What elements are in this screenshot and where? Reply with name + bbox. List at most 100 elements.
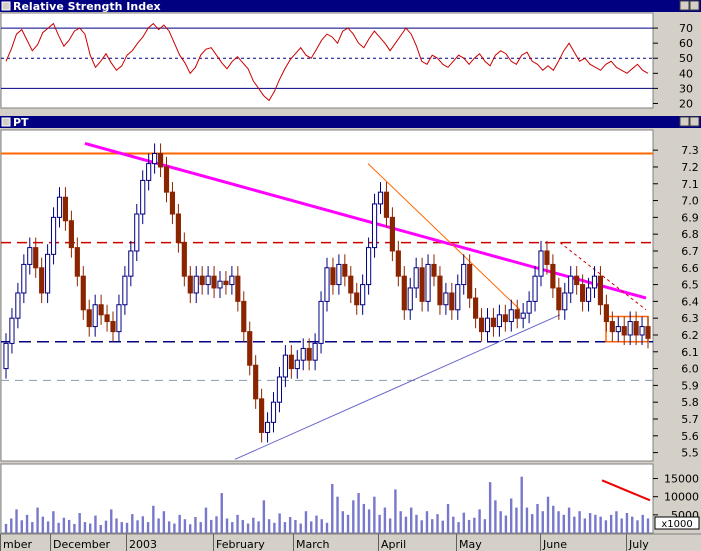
volume-bar [194, 517, 197, 533]
volume-bar [483, 519, 487, 533]
volume-bar [131, 514, 134, 533]
candle-body [484, 317, 491, 333]
candle-body [615, 326, 621, 333]
candle-body [253, 364, 259, 400]
candle-body [639, 326, 645, 336]
volume-bar [41, 516, 45, 533]
volume-bar [336, 496, 339, 533]
volume-bar [341, 511, 344, 533]
volume-bar [636, 520, 639, 533]
volume-bar [352, 500, 355, 533]
volume-bar [104, 520, 108, 533]
volume-panel [0, 463, 654, 534]
volume-bar [457, 522, 460, 533]
candle-body [163, 166, 170, 193]
candle-body [502, 314, 508, 323]
candle-body [425, 263, 431, 302]
candle-body [3, 342, 9, 370]
candle-body [294, 359, 300, 370]
price-title: PT [13, 116, 29, 129]
rsi-window-buttons[interactable] [679, 0, 700, 11]
candle-body [455, 284, 461, 311]
volume-bar [304, 511, 308, 533]
x-tick-label: mber [3, 538, 32, 551]
volume-bar [236, 514, 239, 533]
volume-bar [509, 498, 513, 533]
volume-bar [446, 503, 450, 533]
candle-body [288, 354, 294, 370]
volume-bar [157, 518, 160, 533]
volume-bar [436, 514, 439, 533]
volume-bar [473, 517, 476, 533]
candle-body [574, 275, 580, 286]
volume-bar [388, 518, 392, 533]
volume-bar [420, 520, 423, 533]
volume-bar [346, 514, 350, 533]
price-title-bar [0, 116, 701, 128]
volume-bar [46, 521, 50, 533]
candle-body [68, 220, 74, 249]
price-tick-label: 5.6 [681, 430, 699, 443]
volume-bar [262, 500, 266, 533]
candle-body [235, 275, 241, 302]
volume-bar [83, 522, 87, 533]
candle-body [33, 247, 39, 269]
price-close-button[interactable] [689, 116, 700, 127]
volume-bar [299, 523, 302, 533]
rsi-panel-icon[interactable] [1, 1, 11, 11]
candle-body [229, 275, 235, 286]
x-tick-label: July [628, 538, 649, 551]
rsi-minimize-button[interactable] [679, 0, 690, 11]
volume-bar [404, 516, 408, 533]
x-tick-label: June [542, 538, 567, 551]
volume-bar [536, 503, 539, 533]
volume-bar [357, 493, 360, 533]
volume-bar [67, 519, 71, 533]
price-minimize-button[interactable] [679, 116, 690, 127]
volume-bar [199, 522, 202, 533]
candle-body [169, 191, 176, 215]
candle-body [609, 321, 615, 333]
price-panel-icon[interactable] [1, 117, 11, 127]
candle-body [259, 398, 265, 433]
candle-body [140, 179, 146, 215]
price-window-buttons[interactable] [679, 116, 700, 127]
candle-body [520, 312, 526, 319]
price-tick-label: 6.9 [681, 211, 699, 224]
candle-body [473, 297, 479, 319]
volume-bar [283, 522, 287, 533]
volume-bar [525, 507, 529, 533]
volume-bar [494, 500, 497, 533]
rsi-close-button[interactable] [689, 0, 700, 11]
rsi-tick-label: 20 [679, 97, 693, 110]
candle-body [550, 263, 556, 289]
candle-body [407, 287, 413, 311]
candle-body [627, 321, 633, 336]
candle-body [152, 153, 158, 165]
candle-body [395, 250, 401, 277]
volume-bar [167, 521, 171, 533]
price-tick-label: 6.1 [681, 346, 699, 359]
candle-body [461, 263, 467, 286]
candle-body [538, 250, 544, 277]
volume-bar [604, 520, 608, 533]
price-tick-label: 5.9 [681, 379, 699, 392]
candle-body [318, 300, 324, 344]
volume-bar [231, 522, 234, 533]
volume-bar [609, 514, 613, 533]
volume-bar [478, 509, 481, 533]
chart-svg: Relative Strength Index PT 20 30 40 50 60 70 5… [0, 0, 701, 551]
volume-bar [52, 511, 55, 533]
volume-bar [257, 521, 260, 533]
candle-body [419, 267, 425, 302]
candle-body [514, 309, 520, 319]
candle-body [556, 287, 562, 311]
volume-bar [557, 511, 560, 533]
chart-window: Relative Strength Index PT 20 30 40 50 60 70 5… [0, 0, 701, 551]
candle-body [15, 292, 21, 319]
volume-bar [152, 505, 155, 533]
x-tick-label: 2003 [129, 538, 157, 551]
price-tick-label: 6.3 [681, 312, 699, 325]
volume-bar [567, 507, 571, 533]
volume-bar [531, 514, 534, 533]
